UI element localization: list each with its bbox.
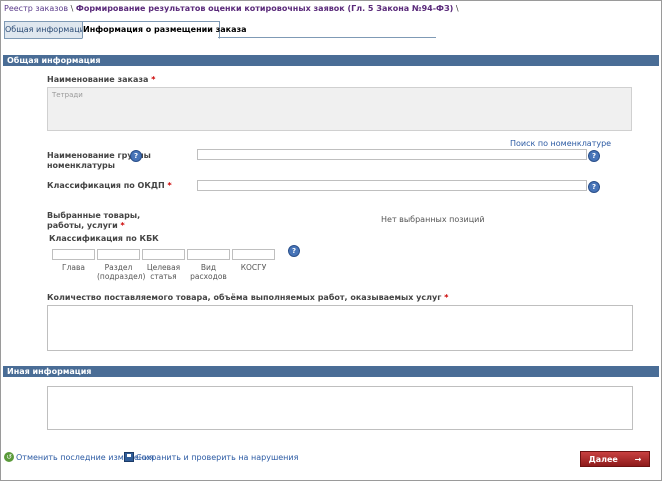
nomenclature-group-input[interactable] <box>197 149 587 160</box>
kbk-col-label: Целевая статья <box>146 263 181 281</box>
quantity-label: Количество поставляемого товара, объёма … <box>47 293 449 302</box>
selected-goods-label: Выбранные товары, работы, услуги * <box>47 211 141 230</box>
order-name-field: Тетради <box>47 87 632 131</box>
kbk-section-input[interactable] <box>97 249 140 260</box>
other-info-textarea[interactable] <box>47 386 633 430</box>
okdp-input[interactable] <box>197 180 587 191</box>
kbk-col-label: Глава <box>62 263 85 272</box>
kbk-expense-type-input[interactable] <box>187 249 230 260</box>
tab-underline <box>218 37 436 38</box>
arrow-right-icon: → <box>634 455 642 464</box>
help-icon[interactable]: ? <box>588 150 600 162</box>
kbk-label: Классификация по КБК <box>49 234 159 243</box>
help-icon[interactable]: ? <box>588 181 600 193</box>
kbk-col-label: Вид расходов <box>190 263 227 281</box>
kbk-target-input[interactable] <box>142 249 185 260</box>
required-mark: * <box>151 75 156 84</box>
kbk-kosgu-input[interactable] <box>232 249 275 260</box>
floppy-disk-icon <box>124 452 134 462</box>
kbk-col-label: Раздел (подраздел) <box>97 263 146 281</box>
help-icon[interactable]: ? <box>130 150 142 162</box>
kbk-chapter-input[interactable] <box>52 249 95 260</box>
tab-placement-info[interactable]: Информация о размещении заказа <box>82 21 247 39</box>
next-button[interactable]: Далее → <box>580 451 650 467</box>
quantity-textarea[interactable] <box>47 305 633 351</box>
help-icon[interactable]: ? <box>288 245 300 257</box>
breadcrumb-current: Формирование результатов оценки котирово… <box>75 4 454 13</box>
okdp-label: Классификация по ОКДП * <box>47 181 172 190</box>
section-header-general: Общая информация <box>3 55 659 66</box>
breadcrumb-root-link[interactable]: Реестр заказов <box>4 4 68 13</box>
undo-icon: ↺ <box>4 452 14 462</box>
order-name-label: Наименование заказа * <box>47 75 156 84</box>
tab-general-info[interactable]: Общая информация <box>4 21 90 39</box>
kbk-col-label: КОСГУ <box>240 263 267 272</box>
breadcrumb-separator-end: \ <box>453 4 459 13</box>
no-selected-items: Нет выбранных позиций <box>381 215 485 224</box>
breadcrumb-separator: \ <box>68 4 76 13</box>
nomenclature-search-link[interactable]: Поиск по номенклатуре <box>510 139 611 148</box>
breadcrumb: Реестр заказов \ Формирование результато… <box>4 4 459 13</box>
section-header-other: Иная информация <box>3 366 659 377</box>
save-check-link[interactable]: Сохранить и проверить на нарушения <box>124 452 298 462</box>
